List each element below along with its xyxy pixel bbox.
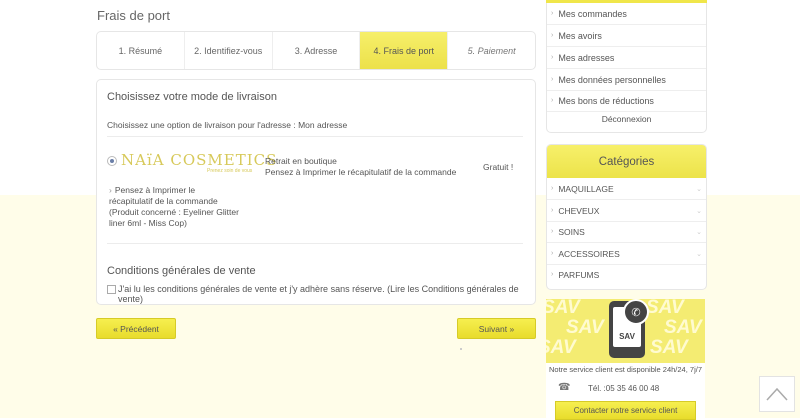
categories-title: Catégories (547, 145, 706, 178)
carrier-logo: NAïA COSMETICS (121, 151, 278, 169)
account-item-orders[interactable]: › Mes commandes (547, 3, 706, 25)
cgv-label[interactable]: J'ai lu les conditions générales de vent… (118, 284, 535, 304)
sav-phone-number: Tél. :05 35 46 00 48 (588, 384, 660, 393)
account-item-addresses[interactable]: › Mes adresses (547, 47, 706, 69)
arrow-right-icon: › (109, 185, 112, 195)
logout-link[interactable]: Déconnexion (547, 114, 706, 124)
chevron-down-icon[interactable]: ⌄ (696, 228, 702, 236)
shipping-title: Choisissez votre mode de livraison (107, 91, 277, 103)
page-title: Frais de port (97, 8, 170, 23)
arrow-right-icon: › (551, 10, 554, 17)
checkout-steps: 1. Résumé 2. Identifiez-vous 3. Adresse … (96, 31, 536, 70)
chevron-up-icon (766, 387, 788, 401)
step-payment: 5. Paiement (467, 45, 516, 56)
divider (107, 136, 523, 137)
arrow-right-icon: › (551, 76, 554, 83)
chevron-down-icon[interactable]: ⌄ (696, 207, 702, 215)
carrier-description: › Pensez à Imprimer le récapitulatif de l… (109, 185, 239, 228)
next-button[interactable]: Suivant » (457, 318, 536, 339)
call-icon: ✆ (623, 299, 649, 325)
sav-pattern-text: SAV (546, 299, 580, 318)
contact-service-button[interactable]: Contacter notre service client (555, 401, 696, 420)
account-item-vouchers[interactable]: › Mes bons de réductions (547, 90, 706, 112)
carrier-radio[interactable] (107, 156, 117, 166)
carrier-name: Retrait en boutique (265, 156, 337, 166)
sav-availability: Notre service client est disponible 24h/… (548, 365, 702, 374)
account-item-credits[interactable]: › Mes avoirs (547, 25, 706, 47)
arrow-right-icon: › (551, 271, 554, 278)
step-address[interactable]: 3. Adresse (273, 32, 361, 69)
step-shipping: 4. Frais de port (360, 32, 449, 69)
account-menu: › Mes commandes › Mes avoirs › Mes adresses… (546, 0, 707, 133)
category-care[interactable]: › SOINS ⌄ (547, 221, 706, 243)
carrier-price: Gratuit ! (483, 162, 514, 172)
sav-label: SAV (619, 332, 635, 341)
sav-pattern-text: SAV (566, 317, 604, 338)
sav-pattern-text: SAV (646, 299, 684, 318)
arrow-right-icon: › (551, 97, 554, 104)
category-hair[interactable]: › CHEVEUX ⌄ (547, 200, 706, 222)
previous-button[interactable]: « Précédent (96, 318, 176, 339)
sav-info: Notre service client est disponible 24h/… (546, 363, 705, 420)
arrow-right-icon: › (551, 32, 554, 39)
telephone-icon: ☎ (558, 382, 571, 393)
chevron-down-icon[interactable]: ⌄ (696, 250, 702, 258)
arrow-right-icon: › (551, 54, 554, 61)
shipping-panel: Choisissez votre mode de livraison Chois… (96, 79, 536, 305)
cgv-title: Conditions générales de vente (107, 265, 256, 277)
decorative-dot (460, 348, 462, 350)
step-login[interactable]: 2. Identifiez-vous (185, 32, 273, 69)
phone-icon: SAV ✆ (609, 299, 649, 358)
carrier-delay-text: Pensez à Imprimer le récapitulatif de la… (265, 167, 457, 177)
carrier-logo-tagline: Prenez soin de vous (207, 168, 253, 174)
arrow-right-icon: › (551, 228, 554, 235)
sav-pattern-text: SAV (650, 337, 688, 358)
sav-pattern-text: SAV (546, 337, 576, 358)
divider (107, 243, 523, 244)
category-perfumes[interactable]: › PARFUMS (547, 264, 706, 285)
arrow-right-icon: › (551, 207, 554, 214)
category-accessories[interactable]: › ACCESSOIRES ⌄ (547, 243, 706, 265)
shipping-subtitle: Choisissez une option de livraison pour … (107, 120, 348, 130)
account-item-personal-data[interactable]: › Mes données personnelles (547, 69, 706, 91)
step-summary[interactable]: 1. Résumé (97, 32, 185, 69)
category-makeup[interactable]: › MAQUILLAGE ⌄ (547, 178, 706, 200)
categories-block: Catégories › MAQUILLAGE ⌄ › CHEVEUX ⌄ › SOINS… (546, 144, 707, 290)
sav-banner: SAV SAV SAV SAV SAV SAV SAV ✆ (546, 299, 705, 363)
cgv-checkbox[interactable] (107, 285, 116, 294)
carrier-delay: Retrait en boutique Pensez à Imprimer le… (265, 156, 456, 178)
arrow-right-icon: › (551, 185, 554, 192)
arrow-right-icon: › (551, 250, 554, 257)
back-to-top-button[interactable] (759, 376, 795, 412)
chevron-down-icon[interactable]: ⌄ (696, 185, 702, 193)
sav-pattern-text: SAV (664, 317, 702, 338)
